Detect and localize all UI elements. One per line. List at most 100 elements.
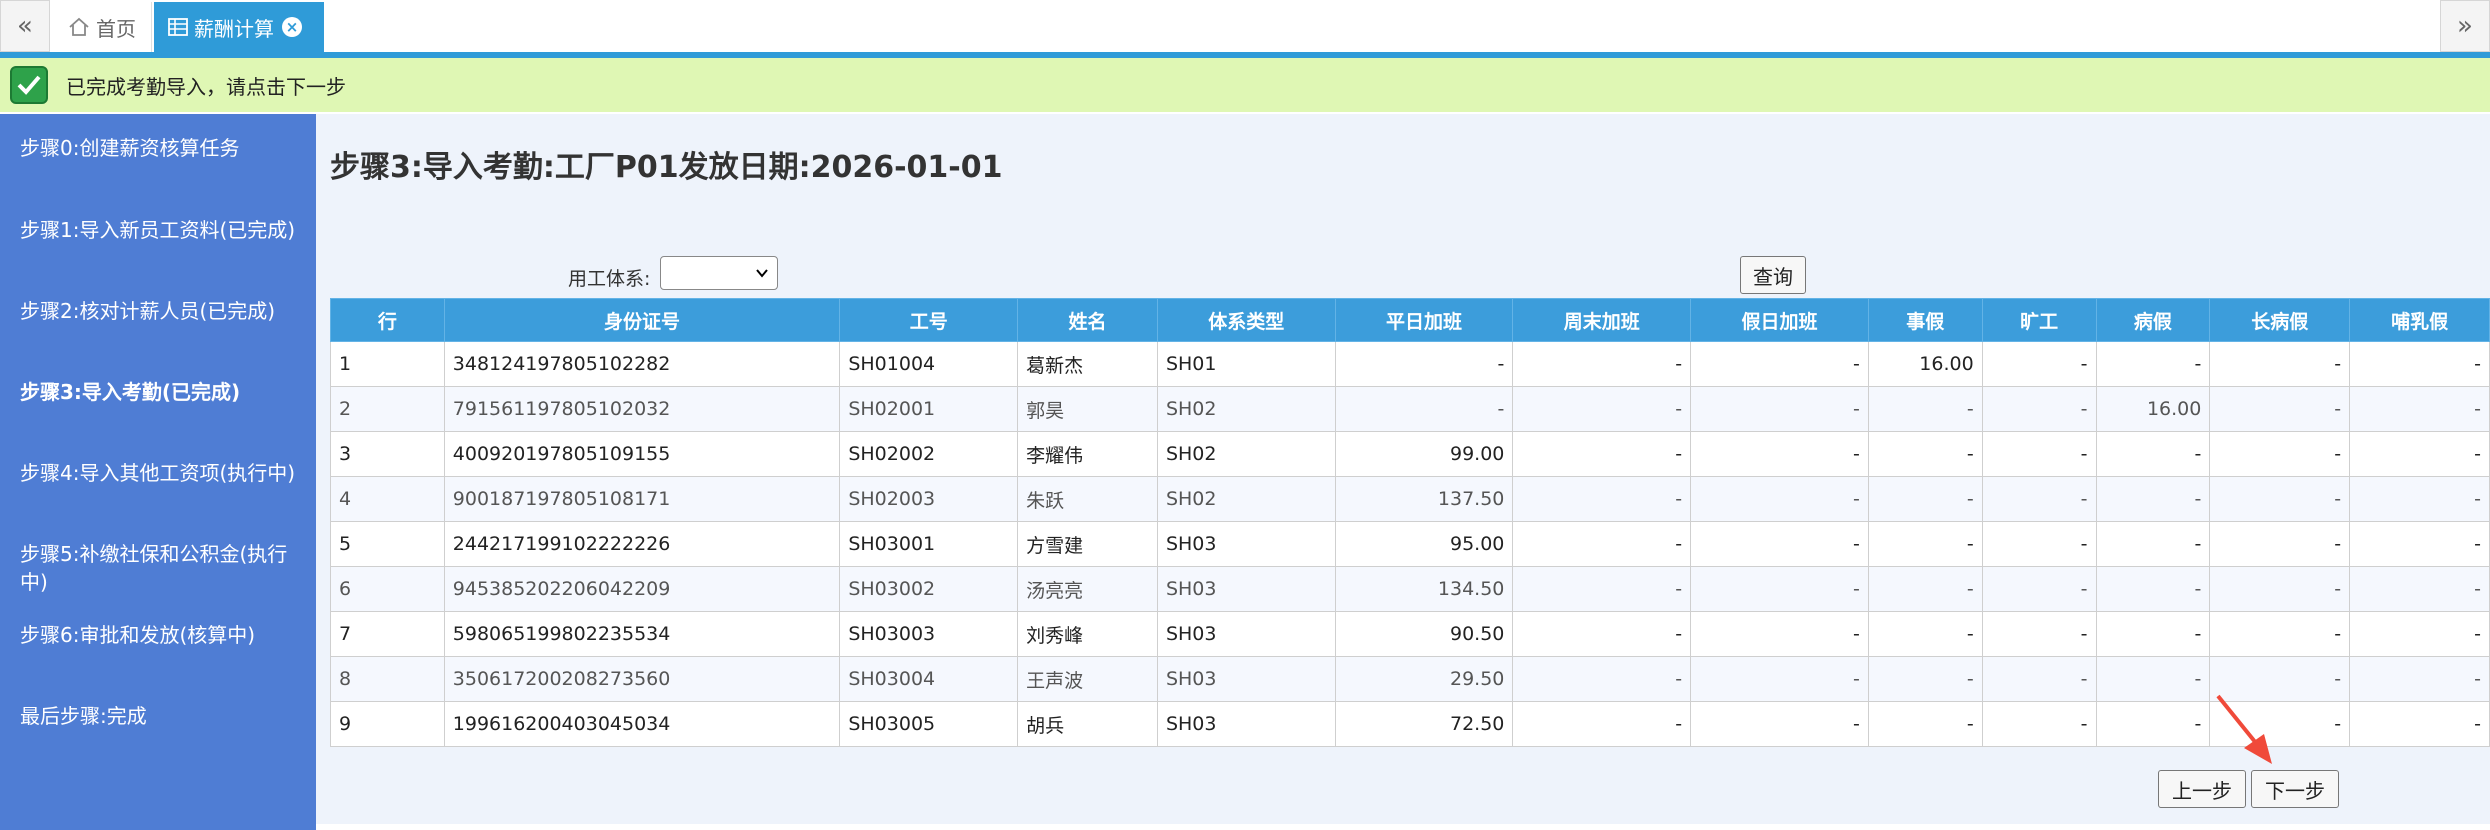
table-cell: 900187197805108171 [443, 476, 841, 522]
sidebar-step-1[interactable]: 步骤1:导入新员工资料(已完成) [20, 216, 300, 244]
table-cell: SH02 [1156, 386, 1336, 432]
table-cell: 134.50 [1334, 566, 1514, 612]
double-chevron-right-icon: » [2457, 11, 2473, 41]
sidebar-step-6[interactable]: 步骤6:审批和发放(核算中) [20, 621, 300, 649]
column-header: 事假 [1867, 298, 1983, 342]
table-cell: - [1867, 611, 1983, 657]
column-header: 姓名 [1017, 298, 1158, 342]
table-cell: 16.00 [2095, 386, 2211, 432]
table-cell: - [2209, 386, 2351, 432]
table-cell: 刘秀峰 [1017, 611, 1158, 657]
column-header: 长病假 [2209, 298, 2351, 342]
table-cell: 王声波 [1017, 656, 1158, 702]
attendance-table: 行 身份证号 工号 姓名 体系类型 平日加班 周末加班 假日加班 事假 旷工 病… [330, 298, 2490, 747]
tab-salary-calc-label: 薪酬计算 [194, 16, 274, 41]
table-cell: - [1867, 701, 1983, 747]
table-row[interactable]: 8 350617200208273560 SH03004 王声波 SH03 29.50- -… [330, 656, 2490, 702]
table-cell: - [2349, 701, 2490, 747]
table-cell: SH03005 [839, 701, 1019, 747]
table-cell: - [1867, 431, 1983, 477]
table-row[interactable]: 1 348124197805102282 SH01004 葛新杰 SH01- - -16.0… [330, 341, 2490, 387]
table-cell: - [1690, 701, 1869, 747]
table-cell: - [2209, 341, 2351, 387]
main-content: 步骤3:导入考勤:工厂P01发放日期:2026-01-01 用工体系: 查询 行… [316, 114, 2490, 824]
table-cell: 90.50 [1334, 611, 1514, 657]
annotation-arrow-icon [2216, 694, 2272, 764]
table-cell: - [1512, 701, 1692, 747]
table-cell: SH03 [1156, 701, 1336, 747]
tab-bar: « 首页 薪酬计算 × » [0, 0, 2490, 54]
tab-salary-calc[interactable]: 薪酬计算 × [154, 2, 324, 52]
sidebar-step-4[interactable]: 步骤4:导入其他工资项(执行中) [20, 459, 300, 487]
table-cell: 汤亮亮 [1017, 566, 1158, 612]
sidebar-step-final[interactable]: 最后步骤:完成 [20, 702, 300, 730]
table-cell: - [1981, 431, 2097, 477]
table-cell: SH01004 [839, 341, 1019, 387]
table-cell: 葛新杰 [1017, 341, 1158, 387]
table-cell: - [1981, 341, 2097, 387]
table-cell: - [1512, 431, 1692, 477]
close-tab-icon[interactable]: × [282, 17, 302, 37]
table-cell: - [1512, 341, 1692, 387]
table-cell: - [2095, 341, 2211, 387]
table-row[interactable]: 3 400920197805109155 SH02002 李耀伟 SH02 99.00- -… [330, 431, 2490, 477]
table-cell: SH03 [1156, 656, 1336, 702]
table-cell: - [2209, 611, 2351, 657]
table-row[interactable]: 2 791561197805102032 SH02001 郭昊 SH02- - - - -16.… [330, 386, 2490, 432]
scroll-tabs-left-button[interactable]: « [0, 0, 50, 52]
table-cell: - [2095, 431, 2211, 477]
column-header: 身份证号 [443, 298, 841, 342]
table-row[interactable]: 5 244217199102222226 SH03001 方雪建 SH03 95.00- -… [330, 521, 2490, 567]
table-cell: - [2209, 431, 2351, 477]
table-cell: 2 [330, 386, 445, 432]
table-cell: - [2095, 611, 2211, 657]
table-cell: - [2349, 341, 2490, 387]
table-cell: - [1690, 611, 1869, 657]
table-cell: - [1512, 476, 1692, 522]
table-cell: SH03 [1156, 566, 1336, 612]
table-cell: - [2095, 701, 2211, 747]
table-cell: - [1512, 566, 1692, 612]
table-cell: - [2095, 656, 2211, 702]
table-cell: - [1690, 341, 1869, 387]
sidebar-step-3[interactable]: 步骤3:导入考勤(已完成) [20, 378, 300, 406]
table-cell: - [2349, 566, 2490, 612]
table-cell: - [2209, 476, 2351, 522]
double-chevron-left-icon: « [17, 11, 33, 41]
table-cell: - [1981, 701, 2097, 747]
table-cell: - [1512, 386, 1692, 432]
table-cell: - [2209, 566, 2351, 612]
table-row[interactable]: 6 945385202206042209 SH03002 汤亮亮 SH03 134.50-… [330, 566, 2490, 612]
table-row[interactable]: 7 598065199802235534 SH03003 刘秀峰 SH03 90.50- -… [330, 611, 2490, 657]
table-cell: 胡兵 [1017, 701, 1158, 747]
tab-home[interactable]: 首页 [54, 2, 152, 52]
table-cell: - [2349, 611, 2490, 657]
step-sidebar: 步骤0:创建薪资核算任务 步骤1:导入新员工资料(已完成) 步骤2:核对计薪人员… [0, 114, 316, 830]
table-row[interactable]: 4 900187197805108171 SH02003 朱跃 SH02 137.50- -… [330, 476, 2490, 522]
sidebar-step-5[interactable]: 步骤5:补缴社保和公积金(执行中) [20, 540, 300, 596]
column-header: 工号 [839, 298, 1019, 342]
table-cell: - [1867, 521, 1983, 567]
table-cell: - [1981, 656, 2097, 702]
previous-step-button[interactable]: 上一步 [2158, 770, 2246, 808]
sidebar-step-0[interactable]: 步骤0:创建薪资核算任务 [20, 134, 300, 162]
table-cell: - [2349, 386, 2490, 432]
table-icon [168, 18, 188, 36]
scroll-tabs-right-button[interactable]: » [2440, 0, 2490, 52]
table-cell: - [1867, 476, 1983, 522]
column-header: 旷工 [1981, 298, 2097, 342]
table-cell: 945385202206042209 [443, 566, 841, 612]
table-cell: 郭昊 [1017, 386, 1158, 432]
table-cell: SH01 [1156, 341, 1336, 387]
query-button[interactable]: 查询 [1740, 256, 1806, 294]
table-cell: 598065199802235534 [443, 611, 841, 657]
table-row[interactable]: 9 199616200403045034 SH03005 胡兵 SH03 72.50- - -… [330, 701, 2490, 747]
table-cell: 244217199102222226 [443, 521, 841, 567]
sidebar-step-2[interactable]: 步骤2:核对计薪人员(已完成) [20, 297, 300, 325]
success-message-text: 已完成考勤导入，请点击下一步 [66, 74, 346, 99]
table-cell: SH03 [1156, 521, 1336, 567]
column-header: 病假 [2095, 298, 2211, 342]
table-cell: 137.50 [1334, 476, 1514, 522]
employment-system-select[interactable] [660, 256, 778, 290]
next-step-button[interactable]: 下一步 [2251, 770, 2339, 808]
